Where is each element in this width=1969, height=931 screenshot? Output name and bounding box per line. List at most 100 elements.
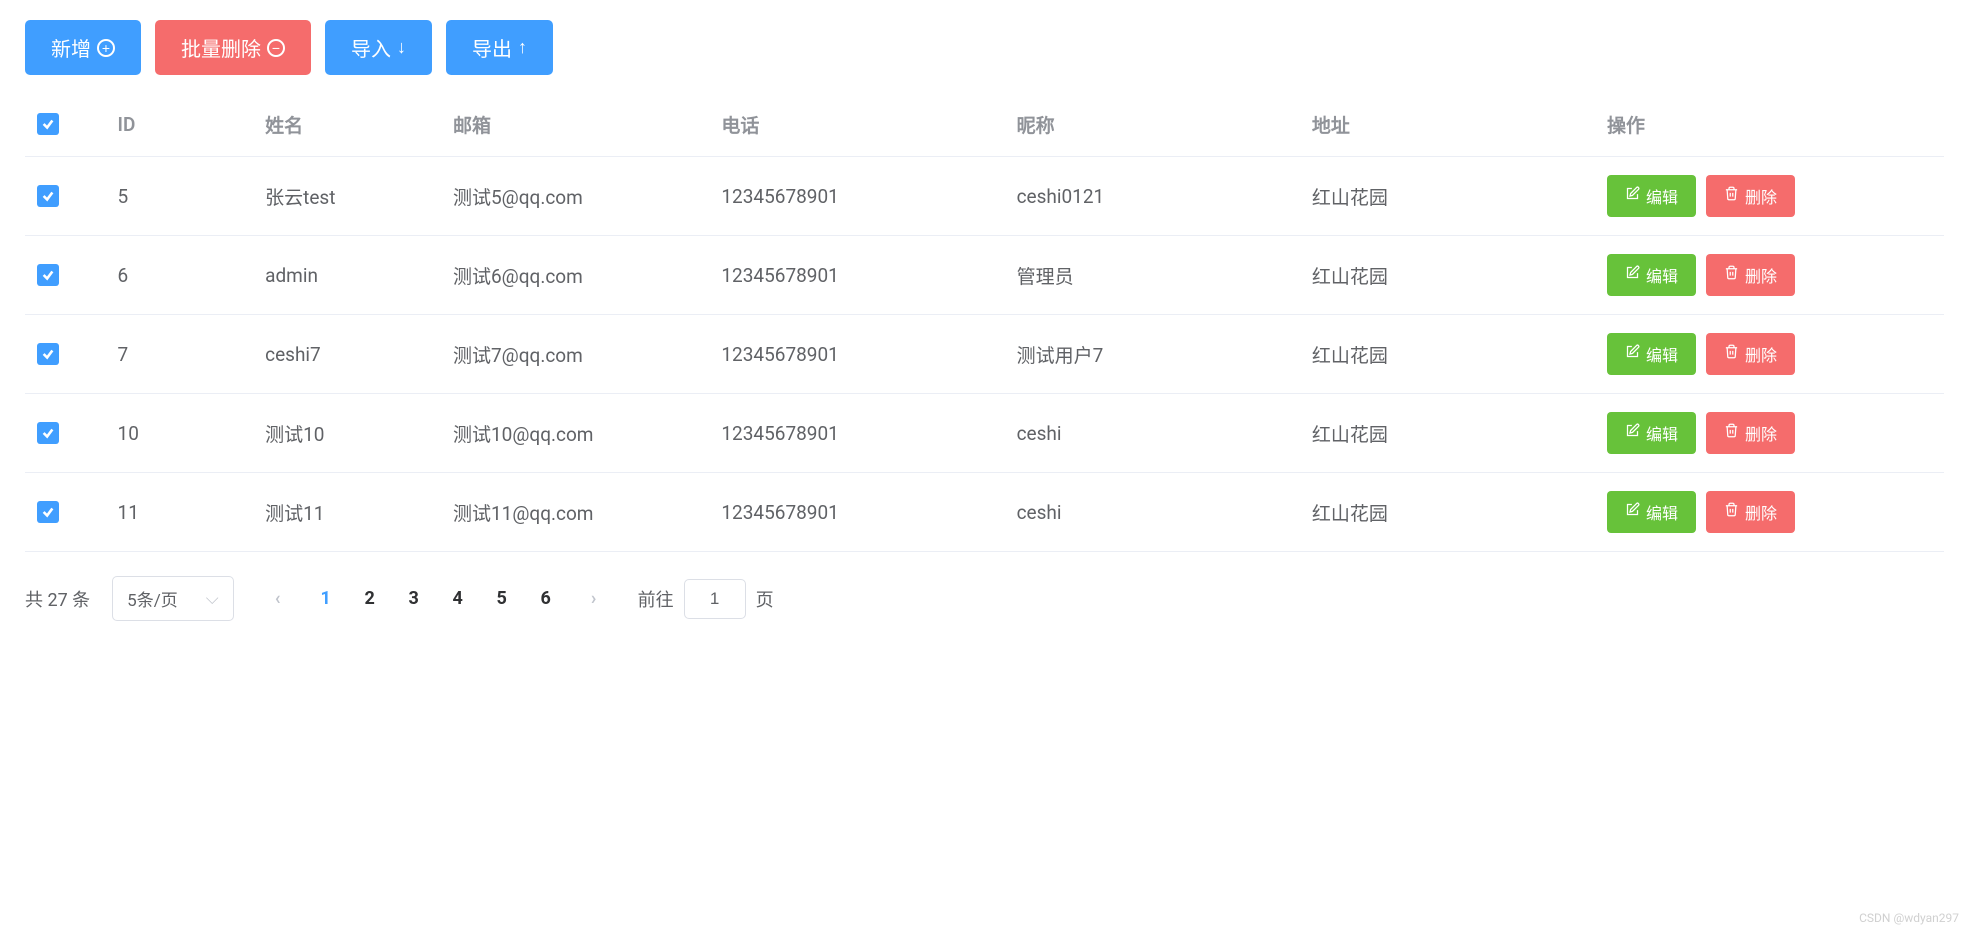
page-size-label: 5条/页	[127, 586, 178, 611]
chevron-down-icon: ⌵	[206, 589, 219, 609]
header-name: 姓名	[253, 93, 441, 157]
page-number[interactable]: 5	[480, 579, 524, 619]
row-checkbox[interactable]	[37, 422, 59, 444]
pagination: 共 27 条 5条/页 ⌵ ‹ 123456 › 前往 页	[25, 576, 1944, 621]
edit-label: 编辑	[1646, 184, 1678, 208]
prev-page-button[interactable]: ‹	[256, 579, 300, 619]
total-count: 共 27 条	[25, 586, 90, 612]
cell-email: 测试11@qq.com	[441, 473, 709, 552]
header-id: ID	[106, 93, 254, 157]
edit-icon	[1625, 502, 1640, 522]
export-label: 导出	[472, 33, 512, 62]
delete-button[interactable]: 删除	[1706, 412, 1795, 454]
page-size-select[interactable]: 5条/页 ⌵	[112, 576, 233, 621]
watermark: CSDN @wdyan297	[1859, 911, 1959, 925]
cell-nickname: ceshi0121	[1005, 157, 1300, 236]
edit-button[interactable]: 编辑	[1607, 254, 1696, 296]
cell-phone: 12345678901	[709, 315, 1004, 394]
cell-address: 红山花园	[1300, 157, 1595, 236]
cell-address: 红山花园	[1300, 473, 1595, 552]
delete-button[interactable]: 删除	[1706, 333, 1795, 375]
cell-phone: 12345678901	[709, 236, 1004, 315]
cell-phone: 12345678901	[709, 473, 1004, 552]
pager-list: ‹ 123456 ›	[256, 579, 616, 619]
edit-button[interactable]: 编辑	[1607, 333, 1696, 375]
plus-circle-icon: +	[97, 39, 115, 57]
export-button[interactable]: 导出 ↑	[446, 20, 553, 75]
import-button[interactable]: 导入 ↓	[325, 20, 432, 75]
page-number[interactable]: 2	[348, 579, 392, 619]
cell-address: 红山花园	[1300, 236, 1595, 315]
edit-label: 编辑	[1646, 263, 1678, 287]
trash-icon	[1724, 502, 1739, 522]
row-checkbox[interactable]	[37, 264, 59, 286]
cell-email: 测试10@qq.com	[441, 394, 709, 473]
edit-icon	[1625, 423, 1640, 443]
cell-name: admin	[253, 236, 441, 315]
page-number[interactable]: 1	[304, 579, 348, 619]
page-number[interactable]: 4	[436, 579, 480, 619]
toolbar: 新增 + 批量删除 − 导入 ↓ 导出 ↑	[25, 20, 1944, 75]
delete-label: 删除	[1745, 421, 1777, 445]
cell-id: 5	[106, 157, 254, 236]
row-checkbox[interactable]	[37, 343, 59, 365]
import-label: 导入	[351, 33, 391, 62]
cell-address: 红山花园	[1300, 315, 1595, 394]
header-actions: 操作	[1595, 93, 1944, 157]
cell-name: 测试11	[253, 473, 441, 552]
page-number[interactable]: 3	[392, 579, 436, 619]
delete-button[interactable]: 删除	[1706, 175, 1795, 217]
jump-input[interactable]	[684, 579, 746, 619]
edit-icon	[1625, 344, 1640, 364]
row-checkbox[interactable]	[37, 501, 59, 523]
cell-id: 6	[106, 236, 254, 315]
cell-phone: 12345678901	[709, 157, 1004, 236]
cell-id: 7	[106, 315, 254, 394]
arrow-down-icon: ↓	[397, 37, 406, 58]
cell-name: 测试10	[253, 394, 441, 473]
table-row: 6 admin 测试6@qq.com 12345678901 管理员 红山花园 …	[25, 236, 1944, 315]
cell-phone: 12345678901	[709, 394, 1004, 473]
delete-label: 删除	[1745, 263, 1777, 287]
cell-email: 测试5@qq.com	[441, 157, 709, 236]
batch-delete-label: 批量删除	[181, 33, 261, 62]
header-nickname: 昵称	[1005, 93, 1300, 157]
delete-label: 删除	[1745, 342, 1777, 366]
trash-icon	[1724, 265, 1739, 285]
edit-label: 编辑	[1646, 342, 1678, 366]
cell-name: 张云test	[253, 157, 441, 236]
cell-id: 11	[106, 473, 254, 552]
cell-nickname: ceshi	[1005, 394, 1300, 473]
delete-button[interactable]: 删除	[1706, 254, 1795, 296]
jump-suffix: 页	[756, 586, 774, 612]
table-row: 10 测试10 测试10@qq.com 12345678901 ceshi 红山…	[25, 394, 1944, 473]
edit-icon	[1625, 186, 1640, 206]
edit-button[interactable]: 编辑	[1607, 491, 1696, 533]
table-row: 11 测试11 测试11@qq.com 12345678901 ceshi 红山…	[25, 473, 1944, 552]
edit-button[interactable]: 编辑	[1607, 175, 1696, 217]
minus-circle-icon: −	[267, 39, 285, 57]
header-phone: 电话	[709, 93, 1004, 157]
edit-label: 编辑	[1646, 500, 1678, 524]
page-number[interactable]: 6	[524, 579, 568, 619]
page-jump: 前往 页	[638, 579, 774, 619]
header-email: 邮箱	[441, 93, 709, 157]
select-all-checkbox[interactable]	[37, 113, 59, 135]
data-table: ID 姓名 邮箱 电话 昵称 地址 操作 5 张云test 测试5@qq.com…	[25, 93, 1944, 552]
delete-button[interactable]: 删除	[1706, 491, 1795, 533]
cell-id: 10	[106, 394, 254, 473]
cell-address: 红山花园	[1300, 394, 1595, 473]
row-checkbox[interactable]	[37, 185, 59, 207]
next-page-button[interactable]: ›	[572, 579, 616, 619]
edit-label: 编辑	[1646, 421, 1678, 445]
cell-email: 测试7@qq.com	[441, 315, 709, 394]
delete-label: 删除	[1745, 500, 1777, 524]
table-row: 7 ceshi7 测试7@qq.com 12345678901 测试用户7 红山…	[25, 315, 1944, 394]
trash-icon	[1724, 344, 1739, 364]
add-button[interactable]: 新增 +	[25, 20, 141, 75]
delete-label: 删除	[1745, 184, 1777, 208]
edit-button[interactable]: 编辑	[1607, 412, 1696, 454]
batch-delete-button[interactable]: 批量删除 −	[155, 20, 311, 75]
header-address: 地址	[1300, 93, 1595, 157]
add-label: 新增	[51, 33, 91, 62]
